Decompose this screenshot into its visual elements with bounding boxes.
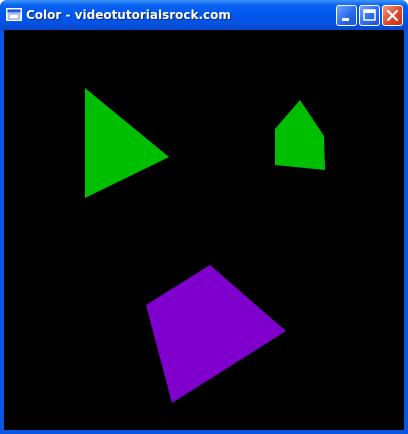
- window-title: Color - videotutorialsrock.com: [26, 8, 231, 22]
- purple-trapezoid: [146, 265, 286, 403]
- minimize-button[interactable]: [336, 5, 357, 26]
- render-canvas[interactable]: [4, 30, 404, 430]
- maximize-icon: [363, 9, 376, 21]
- app-window: Color - videotutorialsrock.com: [0, 0, 408, 434]
- green-pentagon: [275, 100, 325, 170]
- title-bar[interactable]: Color - videotutorialsrock.com: [0, 0, 408, 30]
- scene: [85, 88, 325, 403]
- close-button[interactable]: [382, 5, 403, 26]
- green-triangle: [85, 88, 169, 198]
- window-app-icon[interactable]: [6, 8, 22, 21]
- close-icon: [386, 9, 399, 22]
- minimize-icon: [342, 18, 349, 21]
- maximize-button[interactable]: [359, 5, 380, 26]
